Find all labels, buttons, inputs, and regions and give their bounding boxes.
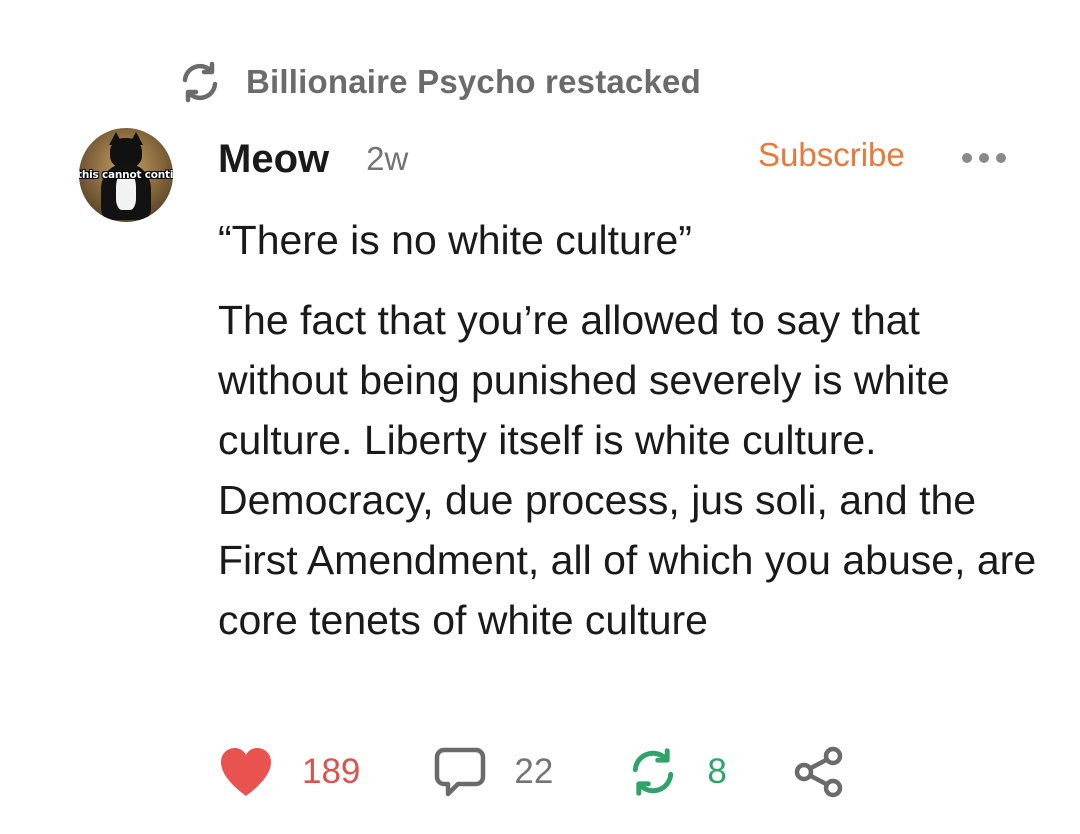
subscribe-button[interactable]: Subscribe bbox=[758, 136, 905, 174]
restacked-by-label: Billionaire Psycho restacked bbox=[246, 63, 701, 100]
like-count: 189 bbox=[302, 752, 361, 791]
comment-button[interactable]: 22 bbox=[434, 746, 553, 798]
author-row: Meow 2w bbox=[218, 134, 408, 184]
restack-count: 8 bbox=[707, 752, 727, 791]
comment-icon bbox=[434, 746, 486, 798]
heart-icon bbox=[218, 746, 274, 798]
timestamp[interactable]: 2w bbox=[366, 140, 408, 178]
avatar-caption: this cannot continue bbox=[79, 169, 173, 181]
restacked-note: Billionaire Psycho restacked this cannot… bbox=[0, 0, 1080, 834]
restack-button[interactable]: 8 bbox=[627, 746, 727, 798]
restack-bar: Billionaire Psycho restacked bbox=[178, 58, 701, 106]
share-icon bbox=[791, 744, 847, 800]
more-icon[interactable] bbox=[962, 150, 1006, 166]
post-paragraph: The fact that you’re allowed to say that… bbox=[218, 297, 1037, 643]
restack-icon bbox=[178, 60, 222, 104]
author-name[interactable]: Meow bbox=[218, 137, 329, 182]
restack-icon bbox=[627, 746, 679, 798]
post-body[interactable]: “There is no white culture” The fact tha… bbox=[218, 214, 1038, 650]
more-dot bbox=[962, 153, 972, 163]
action-bar: 189 22 8 bbox=[218, 740, 847, 804]
comment-count: 22 bbox=[514, 752, 554, 791]
like-button[interactable]: 189 bbox=[218, 746, 360, 798]
share-button[interactable] bbox=[791, 744, 847, 800]
more-dot bbox=[979, 153, 989, 163]
more-dot bbox=[996, 153, 1006, 163]
post-quote: “There is no white culture” bbox=[218, 217, 692, 263]
avatar[interactable]: this cannot continue bbox=[79, 128, 173, 222]
